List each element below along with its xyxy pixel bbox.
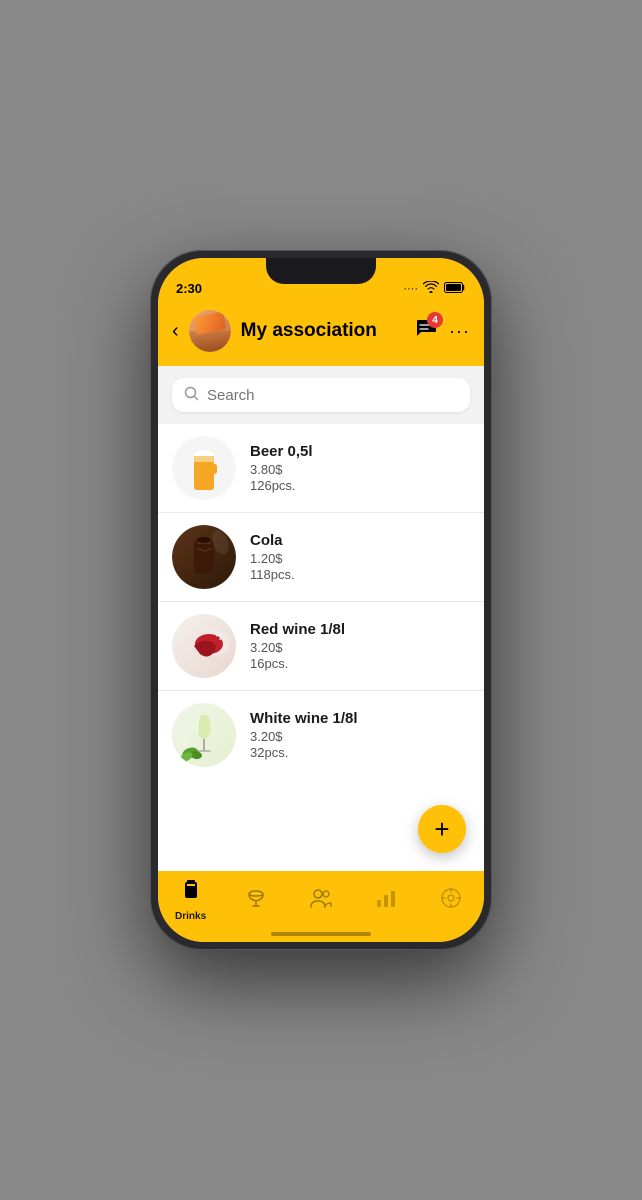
product-image-beer xyxy=(172,436,236,500)
wifi-icon xyxy=(423,281,439,296)
search-container xyxy=(158,366,484,424)
header-actions: 4 ··· xyxy=(415,318,470,344)
signal-icon: ···· xyxy=(403,283,418,295)
notification-button[interactable]: 4 xyxy=(415,318,437,344)
phone-frame: 2:30 ···· xyxy=(150,250,492,950)
drinks-label: Drinks xyxy=(175,911,206,922)
cola-icon xyxy=(172,525,236,589)
more-button[interactable]: ··· xyxy=(449,321,470,342)
search-icon xyxy=(184,386,199,404)
nav-item-food[interactable] xyxy=(231,887,281,915)
content-area: Beer 0,5l 3.80$ 126pcs. xyxy=(158,366,484,871)
drinks-icon xyxy=(180,879,202,907)
notch xyxy=(266,258,376,284)
product-info-beer: Beer 0,5l 3.80$ 126pcs. xyxy=(250,443,470,493)
nav-item-settings[interactable] xyxy=(426,887,476,915)
product-qty: 118pcs. xyxy=(250,567,470,582)
product-info-white-wine: White wine 1/8l 3.20$ 32pcs. xyxy=(250,710,470,760)
product-name: White wine 1/8l xyxy=(250,710,470,727)
notification-badge: 4 xyxy=(427,312,443,328)
add-button[interactable]: + xyxy=(418,805,466,853)
avatar[interactable] xyxy=(189,310,231,352)
product-qty: 126pcs. xyxy=(250,478,470,493)
nav-item-members[interactable] xyxy=(296,888,346,914)
product-qty: 16pcs. xyxy=(250,656,470,671)
list-item[interactable]: White wine 1/8l 3.20$ 32pcs. xyxy=(158,691,484,779)
stats-icon xyxy=(375,888,397,914)
home-indicator xyxy=(271,932,371,936)
nav-item-stats[interactable] xyxy=(361,888,411,914)
fab-container: + xyxy=(418,805,466,853)
product-info-red-wine: Red wine 1/8l 3.20$ 16pcs. xyxy=(250,621,470,671)
product-qty: 32pcs. xyxy=(250,745,470,760)
white-wine-icon xyxy=(172,703,236,767)
product-info-cola: Cola 1.20$ 118pcs. xyxy=(250,532,470,582)
status-icons: ···· xyxy=(403,281,466,296)
app-header: ‹ My association 4 ··· xyxy=(158,302,484,366)
product-name: Red wine 1/8l xyxy=(250,621,470,638)
product-name: Cola xyxy=(250,532,470,549)
product-price: 3.80$ xyxy=(250,462,470,477)
product-list: Beer 0,5l 3.80$ 126pcs. xyxy=(158,424,484,871)
product-image-cola xyxy=(172,525,236,589)
beer-icon xyxy=(172,436,236,500)
page-title: My association xyxy=(241,320,405,342)
phone-screen: 2:30 ···· xyxy=(158,258,484,942)
bottom-navigation: Drinks xyxy=(158,871,484,942)
settings-icon xyxy=(440,887,462,915)
product-image-white-wine xyxy=(172,703,236,767)
list-item[interactable]: Red wine 1/8l 3.20$ 16pcs. xyxy=(158,602,484,691)
product-price: 1.20$ xyxy=(250,551,470,566)
product-price: 3.20$ xyxy=(250,640,470,655)
battery-icon xyxy=(444,282,466,296)
status-time: 2:30 xyxy=(176,281,202,296)
back-button[interactable]: ‹ xyxy=(172,320,179,343)
nav-item-drinks[interactable]: Drinks xyxy=(166,879,216,922)
product-name: Beer 0,5l xyxy=(250,443,470,460)
product-image-red-wine xyxy=(172,614,236,678)
food-icon xyxy=(245,887,267,915)
main-content: Beer 0,5l 3.80$ 126pcs. xyxy=(158,366,484,871)
search-input[interactable] xyxy=(207,387,458,404)
product-price: 3.20$ xyxy=(250,729,470,744)
list-item[interactable]: Beer 0,5l 3.80$ 126pcs. xyxy=(158,424,484,513)
members-icon xyxy=(309,888,333,914)
list-item[interactable]: Cola 1.20$ 118pcs. xyxy=(158,513,484,602)
search-box[interactable] xyxy=(172,378,470,412)
red-wine-icon xyxy=(172,614,236,678)
